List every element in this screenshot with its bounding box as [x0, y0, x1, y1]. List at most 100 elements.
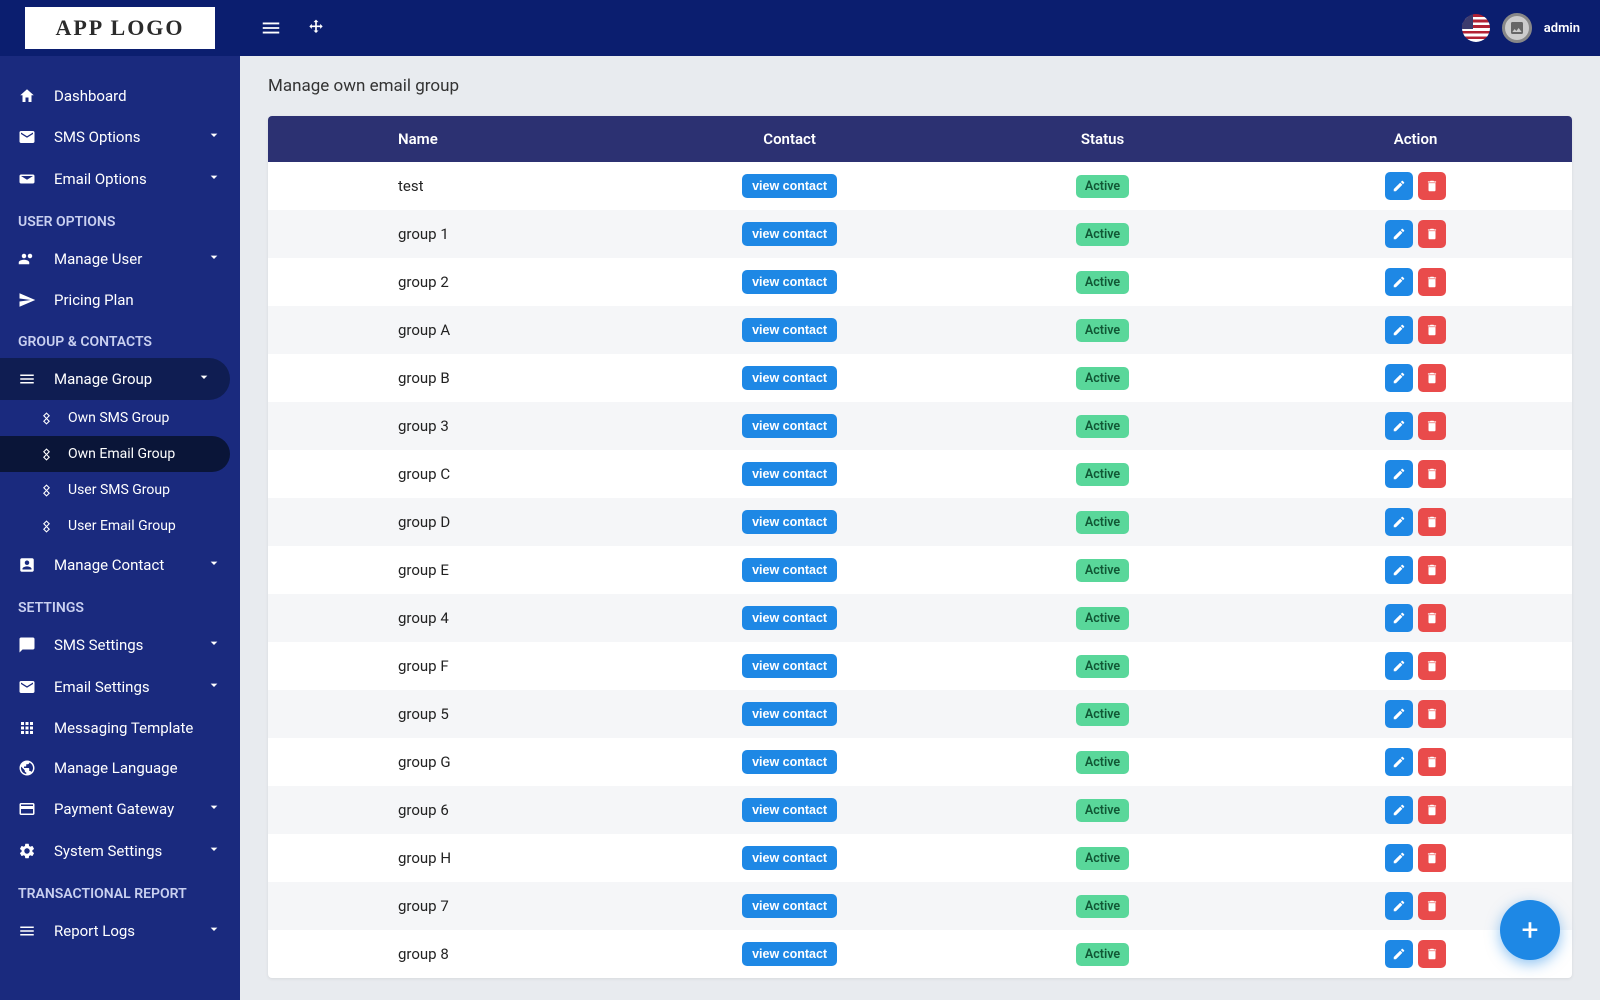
- status-badge: Active: [1076, 367, 1129, 390]
- edit-button[interactable]: [1385, 892, 1413, 920]
- cell-status: Active: [946, 354, 1259, 402]
- sidebar-item-label: System Settings: [54, 842, 162, 860]
- status-badge: Active: [1076, 655, 1129, 678]
- delete-button[interactable]: [1418, 364, 1446, 392]
- delete-button[interactable]: [1418, 316, 1446, 344]
- edit-button[interactable]: [1385, 652, 1413, 680]
- delete-button[interactable]: [1418, 412, 1446, 440]
- delete-button[interactable]: [1418, 748, 1446, 776]
- sidebar-item-sms-options[interactable]: SMS Options: [0, 116, 240, 158]
- delete-button[interactable]: [1418, 844, 1446, 872]
- delete-button[interactable]: [1418, 508, 1446, 536]
- sidebar-item-label: Pricing Plan: [54, 291, 134, 309]
- delete-button[interactable]: [1418, 556, 1446, 584]
- sidebar-item-messaging-template[interactable]: Messaging Template: [0, 708, 240, 748]
- chevron-down-icon: [206, 799, 222, 819]
- edit-button[interactable]: [1385, 940, 1413, 968]
- view-contact-button[interactable]: view contact: [742, 798, 837, 822]
- view-contact-button[interactable]: view contact: [742, 366, 837, 390]
- edit-button[interactable]: [1385, 844, 1413, 872]
- edit-button[interactable]: [1385, 364, 1413, 392]
- view-contact-button[interactable]: view contact: [742, 894, 837, 918]
- sidebar-item-label: SMS Options: [54, 128, 141, 146]
- edit-button[interactable]: [1385, 220, 1413, 248]
- add-group-fab[interactable]: +: [1500, 900, 1560, 960]
- view-contact-button[interactable]: view contact: [742, 606, 837, 630]
- sidebar-sub-own-email-group[interactable]: Own Email Group: [0, 436, 230, 472]
- cell-name: group D: [268, 498, 633, 546]
- delete-button[interactable]: [1418, 172, 1446, 200]
- sidebar-item-system-settings[interactable]: System Settings: [0, 830, 240, 872]
- cell-name: group 2: [268, 258, 633, 306]
- delete-button[interactable]: [1418, 220, 1446, 248]
- view-contact-button[interactable]: view contact: [742, 654, 837, 678]
- cell-action: [1259, 738, 1572, 786]
- diamond-icon: [40, 412, 58, 425]
- view-contact-button[interactable]: view contact: [742, 702, 837, 726]
- view-contact-button[interactable]: view contact: [742, 222, 837, 246]
- sidebar-item-manage-user[interactable]: Manage User: [0, 238, 240, 280]
- edit-button[interactable]: [1385, 172, 1413, 200]
- sidebar-item-email-options[interactable]: Email Options: [0, 158, 240, 200]
- table-row: group 8 view contact Active: [268, 930, 1572, 978]
- edit-button[interactable]: [1385, 412, 1413, 440]
- delete-button[interactable]: [1418, 700, 1446, 728]
- sidebar-item-manage-group[interactable]: Manage Group: [0, 358, 230, 400]
- view-contact-button[interactable]: view contact: [742, 846, 837, 870]
- cell-status: Active: [946, 306, 1259, 354]
- cell-name: group 7: [268, 882, 633, 930]
- edit-button[interactable]: [1385, 316, 1413, 344]
- sidebar-item-pricing-plan[interactable]: Pricing Plan: [0, 280, 240, 320]
- move-icon[interactable]: [306, 18, 326, 38]
- edit-button[interactable]: [1385, 460, 1413, 488]
- view-contact-button[interactable]: view contact: [742, 414, 837, 438]
- view-contact-button[interactable]: view contact: [742, 462, 837, 486]
- cell-contact: view contact: [633, 738, 946, 786]
- edit-button[interactable]: [1385, 556, 1413, 584]
- sidebar-item-sms-settings[interactable]: SMS Settings: [0, 624, 240, 666]
- sidebar-item-manage-language[interactable]: Manage Language: [0, 748, 240, 788]
- delete-button[interactable]: [1418, 796, 1446, 824]
- menu-toggle-icon[interactable]: [260, 17, 282, 39]
- language-flag-icon[interactable]: [1462, 14, 1490, 42]
- sidebar-item-dashboard[interactable]: Dashboard: [0, 76, 240, 116]
- view-contact-button[interactable]: view contact: [742, 270, 837, 294]
- sidebar-sub-user-email-group[interactable]: User Email Group: [0, 508, 240, 544]
- sidebar-item-manage-contact[interactable]: Manage Contact: [0, 544, 240, 586]
- delete-button[interactable]: [1418, 940, 1446, 968]
- sidebar-sub-label: Own Email Group: [68, 446, 175, 462]
- view-contact-button[interactable]: view contact: [742, 750, 837, 774]
- cell-contact: view contact: [633, 690, 946, 738]
- edit-button[interactable]: [1385, 748, 1413, 776]
- delete-button[interactable]: [1418, 460, 1446, 488]
- view-contact-button[interactable]: view contact: [742, 174, 837, 198]
- delete-button[interactable]: [1418, 268, 1446, 296]
- delete-button[interactable]: [1418, 892, 1446, 920]
- col-name: Name: [268, 116, 633, 162]
- sidebar-item-email-settings[interactable]: Email Settings: [0, 666, 240, 708]
- sidebar-sub-user-sms-group[interactable]: User SMS Group: [0, 472, 240, 508]
- edit-button[interactable]: [1385, 604, 1413, 632]
- page-title: Manage own email group: [268, 76, 1572, 96]
- sidebar-item-payment-gateway[interactable]: Payment Gateway: [0, 788, 240, 830]
- sidebar-item-report-logs[interactable]: Report Logs: [0, 910, 240, 952]
- view-contact-button[interactable]: view contact: [742, 942, 837, 966]
- view-contact-button[interactable]: view contact: [742, 510, 837, 534]
- edit-button[interactable]: [1385, 796, 1413, 824]
- view-contact-button[interactable]: view contact: [742, 318, 837, 342]
- edit-button[interactable]: [1385, 508, 1413, 536]
- delete-button[interactable]: [1418, 652, 1446, 680]
- username-label[interactable]: admin: [1544, 21, 1580, 36]
- cell-contact: view contact: [633, 930, 946, 978]
- sidebar-sub-own-sms-group[interactable]: Own SMS Group: [0, 400, 240, 436]
- table-row: group G view contact Active: [268, 738, 1572, 786]
- delete-button[interactable]: [1418, 604, 1446, 632]
- cell-status: Active: [946, 786, 1259, 834]
- edit-button[interactable]: [1385, 700, 1413, 728]
- cell-action: [1259, 834, 1572, 882]
- cell-action: [1259, 162, 1572, 210]
- edit-button[interactable]: [1385, 268, 1413, 296]
- cell-contact: view contact: [633, 834, 946, 882]
- user-avatar[interactable]: [1502, 13, 1532, 43]
- view-contact-button[interactable]: view contact: [742, 558, 837, 582]
